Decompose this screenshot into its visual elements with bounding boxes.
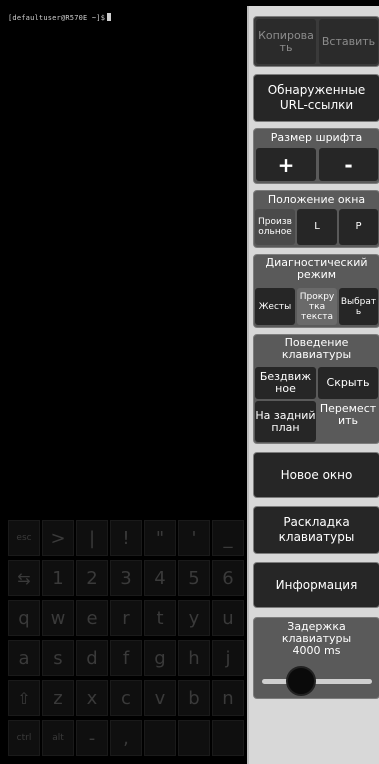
mode-scroll-button[interactable]: Прокру тка текста — [297, 288, 337, 325]
shift-key[interactable]: ⇧ — [8, 680, 40, 716]
key-z[interactable]: z — [42, 680, 74, 716]
diagnostic-mode-card: Диагностический режим Жесты Прокру тка т… — [253, 254, 379, 328]
key-5[interactable]: 5 — [178, 560, 210, 596]
esc-key[interactable]: esc — [8, 520, 40, 556]
mode-gestures-button[interactable]: Жесты — [255, 288, 295, 325]
font-decrease-button[interactable]: - — [319, 148, 378, 181]
keyboard-behavior-title: Поведение клавиатуры — [281, 336, 352, 361]
key-h[interactable]: h — [178, 640, 210, 676]
virtual-keyboard: esc > |! " ' _ ⇆ 1 2 3 4 5 6 q w e r t y u a s d f g h j ⇧ z x c v b n ctr… — [0, 516, 250, 764]
delay-value-text: 4000 ms — [292, 644, 341, 657]
key-u[interactable]: u — [212, 600, 244, 636]
key-_[interactable]: _ — [212, 520, 244, 556]
key-t[interactable]: t — [144, 600, 176, 636]
key-1[interactable]: 1 — [42, 560, 74, 596]
font-increase-button[interactable]: + — [256, 148, 316, 181]
key-|[interactable]: | — [76, 520, 108, 556]
key-6[interactable]: 6 — [212, 560, 244, 596]
new-window-button[interactable]: Новое окно — [253, 452, 379, 498]
key-2[interactable]: 2 — [76, 560, 108, 596]
keyboard-layout-button[interactable]: Раскладка клавиатуры — [253, 506, 379, 554]
delay-slider-thumb[interactable] — [286, 666, 316, 696]
key-n[interactable]: n — [212, 680, 244, 716]
keyboard-move-button[interactable]: Перемест ить — [318, 401, 378, 429]
key--[interactable]: - — [76, 720, 108, 756]
keyboard-background-button[interactable]: На задний план — [255, 401, 316, 442]
key-![interactable]: ! — [110, 520, 142, 556]
window-position-card: Положение окна Произв ольное L P — [253, 190, 379, 248]
side-menu-panel: Копирова ть Вставить Обнаруженные URL-сс… — [247, 6, 379, 764]
keyboard-hide-button[interactable]: Скрыть — [318, 367, 378, 399]
key-x[interactable]: x — [76, 680, 108, 716]
key-blank[interactable] — [144, 720, 176, 756]
tab-key[interactable]: ⇆ — [8, 560, 40, 596]
detected-urls-button[interactable]: Обнаруженные URL-ссылки — [253, 74, 379, 122]
key-v[interactable]: v — [144, 680, 176, 716]
key-e[interactable]: e — [76, 600, 108, 636]
text-cursor — [107, 13, 112, 21]
keyboard-behavior-card: Поведение клавиатуры Бездвиж ное Скрыть … — [253, 334, 379, 444]
window-right-button[interactable]: P — [339, 209, 378, 245]
key-b[interactable]: b — [178, 680, 210, 716]
keyboard-fixed-button[interactable]: Бездвиж ное — [255, 367, 316, 399]
terminal-prompt: [defaultuser@R570E ~]$ — [8, 13, 112, 22]
key-'[interactable]: ' — [178, 520, 210, 556]
font-size-card: Размер шрифта + - — [253, 128, 379, 184]
key-d[interactable]: d — [76, 640, 108, 676]
ctrl-key[interactable]: ctrl — [8, 720, 40, 756]
font-size-title: Размер шрифта — [270, 131, 363, 144]
key-3[interactable]: 3 — [110, 560, 142, 596]
key-j[interactable]: j — [212, 640, 244, 676]
clipboard-card: Копирова ть Вставить — [253, 16, 379, 67]
key-blank[interactable] — [212, 720, 244, 756]
key-,[interactable]: , — [110, 720, 142, 756]
keyboard-delay-card: Задержка клавиатуры 4000 ms — [253, 617, 379, 699]
window-position-title: Положение окна — [267, 193, 366, 206]
delay-title-text: Задержка клавиатуры — [281, 620, 352, 645]
key-y[interactable]: y — [178, 600, 210, 636]
terminal-area[interactable]: [defaultuser@R570E ~]$ esc > |! " ' _ ⇆ 1 2 3 4 5 6 q… — [0, 0, 250, 764]
paste-button[interactable]: Вставить — [319, 19, 378, 64]
key-s[interactable]: s — [42, 640, 74, 676]
key-a[interactable]: a — [8, 640, 40, 676]
key-w[interactable]: w — [42, 600, 74, 636]
keyboard-delay-title: Задержка клавиатуры 4000 ms — [254, 618, 379, 657]
key-g[interactable]: g — [144, 640, 176, 676]
prompt-text: [defaultuser@R570E ~]$ — [8, 14, 106, 22]
key-c[interactable]: c — [110, 680, 142, 716]
key-blank[interactable] — [178, 720, 210, 756]
key-q[interactable]: q — [8, 600, 40, 636]
mode-select-button[interactable]: Выбрат ь — [339, 288, 378, 325]
delay-slider-track[interactable] — [262, 679, 372, 684]
key-r[interactable]: r — [110, 600, 142, 636]
key-4[interactable]: 4 — [144, 560, 176, 596]
key->[interactable]: > — [42, 520, 74, 556]
copy-button[interactable]: Копирова ть — [256, 19, 316, 64]
info-button[interactable]: Информация — [253, 562, 379, 608]
window-left-button[interactable]: L — [297, 209, 337, 245]
window-free-button[interactable]: Произв ольное — [255, 209, 295, 245]
alt-key[interactable]: alt — [42, 720, 74, 756]
key-f[interactable]: f — [110, 640, 142, 676]
diagnostic-mode-title: Диагностический режим — [265, 256, 368, 281]
key-"[interactable]: " — [144, 520, 176, 556]
